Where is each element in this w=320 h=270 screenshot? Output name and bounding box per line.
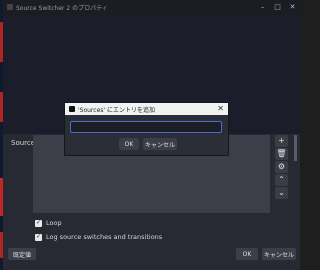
chevron-down-icon[interactable]: ⌄ [275,187,288,199]
gear-icon[interactable]: ⚙ [275,161,288,173]
trash-icon[interactable]: 🗑 [275,148,288,160]
close-button[interactable]: ✕ [285,0,300,14]
dialog-title: 'Sources' にエントリを追加 [78,107,155,114]
log-checkbox[interactable]: ✓ [35,233,42,241]
log-label: Log source switches and transitions [46,233,163,241]
window-title: Source Switcher 2 のプロパティ [16,5,108,12]
close-icon[interactable]: ✕ [217,104,224,113]
loop-checkbox[interactable]: ✓ [35,219,42,227]
minimize-button[interactable]: – [255,0,270,14]
loop-option[interactable]: ✓ Loop [35,219,62,227]
cancel-button[interactable]: キャンセル [262,248,296,260]
scrollbar[interactable] [294,135,297,161]
chevron-up-icon[interactable]: ⌃ [275,174,288,186]
dialog-cancel-button[interactable]: キャンセル [143,138,177,150]
log-option[interactable]: ✓ Log source switches and transitions [35,233,162,241]
entry-input[interactable] [70,121,222,133]
title-bar: Source Switcher 2 のプロパティ – □ ✕ [3,0,300,14]
app-icon [69,106,75,112]
maximize-button[interactable]: □ [270,0,285,14]
add-entry-dialog: 'Sources' にエントリを追加 ✕ OK キャンセル [64,102,229,156]
dialog-title-bar: 'Sources' にエントリを追加 ✕ [65,103,228,115]
add-icon[interactable]: + [275,135,288,147]
defaults-button[interactable]: 既定値 [8,248,36,260]
loop-label: Loop [46,219,62,227]
dialog-ok-button[interactable]: OK [119,138,139,150]
app-icon [7,4,13,10]
ok-button[interactable]: OK [236,248,258,260]
sources-toolbar: + 🗑 ⚙ ⌃ ⌄ [275,135,288,200]
